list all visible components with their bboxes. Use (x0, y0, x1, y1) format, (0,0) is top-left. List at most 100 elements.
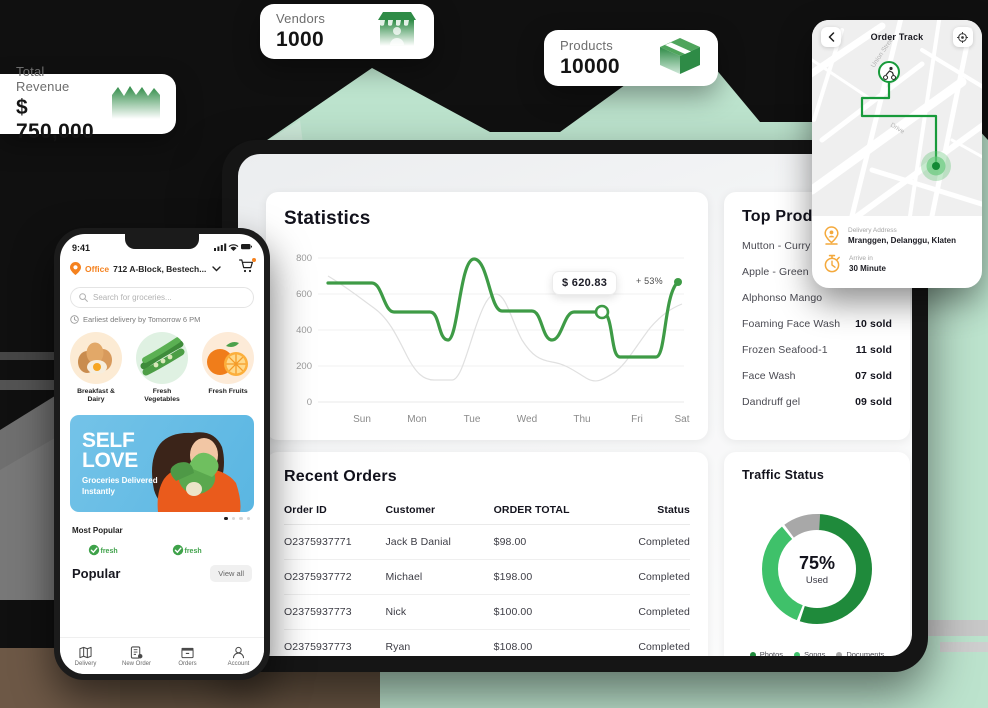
promo-banner[interactable]: SELF LOVE Groceries Delivered Instantly (70, 414, 254, 512)
table-row[interactable]: O2375937772 Michael $198.00 Completed (284, 559, 690, 595)
stat-card-vendors[interactable]: Vendors 1000 (260, 4, 434, 59)
column-header-status: Status (612, 498, 690, 525)
stopwatch-icon (824, 254, 840, 273)
table-row[interactable]: O2375937773 Ryan $108.00 Completed (284, 630, 690, 657)
back-button[interactable] (821, 27, 841, 47)
table-row[interactable]: O2375937773 Nick $100.00 Completed (284, 594, 690, 630)
svg-text:fresh: fresh (101, 548, 118, 555)
mountain-chart-icon (112, 85, 160, 124)
statistics-chart: 800 600 400 200 0 Sun Mon Tue Wed Thu Fr… (284, 236, 690, 426)
category-fresh-vegetables[interactable]: Fresh Vegetables (136, 332, 188, 405)
category-breakfast-dairy[interactable]: Breakfast & Dairy (70, 332, 122, 405)
page-title: Statistics (284, 208, 371, 229)
chart-data-point-marker: Sun Mon Tue Wed Thu Fri Sat (353, 278, 690, 425)
brand-logo-row: fresh fresh (88, 543, 264, 561)
nav-label: Orders (178, 660, 197, 667)
donut-legend: Photos Songs Documents (742, 650, 892, 656)
popular-section-header: Popular View all (72, 565, 252, 583)
cell-customer: Jack B Danial (385, 524, 484, 560)
fresh-brand-logo-icon[interactable]: fresh (88, 543, 122, 561)
column-header-order-total: ORDER TOTAL (483, 498, 613, 525)
status-badge: Completed (612, 559, 690, 595)
map-view[interactable]: Union Street Drive Order Track (812, 20, 982, 223)
list-item[interactable]: Face Wash 07 sold (742, 370, 892, 382)
phone-screen: 9:41 Office 712 A-Block, Bestech... Sear… (60, 234, 264, 674)
nav-item-orders[interactable]: Orders (162, 638, 213, 674)
stat-card-products[interactable]: Products 10000 (544, 30, 718, 86)
nav-label: Account (227, 660, 250, 667)
category-list: Breakfast & Dairy Fresh Vegetables Fresh… (70, 332, 254, 405)
donut-center-label: 75% Used (799, 553, 835, 586)
cell-order-total: $198.00 (483, 559, 613, 595)
nav-item-new-order[interactable]: New Order (111, 638, 162, 674)
panel-traffic-status: Traffic Status 75% Used Photos Songs Doc… (724, 452, 910, 656)
category-label: Breakfast & Dairy (77, 388, 115, 404)
product-name: Apple - Green (742, 266, 809, 278)
nav-item-delivery[interactable]: Delivery (60, 638, 111, 674)
dot[interactable] (239, 516, 243, 521)
okra-icon (136, 332, 188, 384)
clock-icon (70, 315, 79, 324)
phone-notch (125, 234, 199, 249)
product-sold: 11 sold (855, 344, 892, 356)
cell-customer: Ryan (385, 641, 411, 653)
cell-order-total: $100.00 (483, 594, 613, 630)
table-row[interactable]: O2375937771 Jack B Danial $98.00 Complet… (284, 524, 690, 560)
person-icon (232, 646, 245, 658)
locate-button[interactable] (952, 27, 973, 47)
order-track-title: Order Track (870, 32, 924, 42)
stat-label: Total Revenue (16, 64, 70, 94)
phone-address-row[interactable]: Office 712 A-Block, Bestech... (60, 255, 264, 280)
cart-icon[interactable] (239, 258, 256, 278)
address-text: 712 A-Block, Bestech... (113, 263, 207, 274)
cell-order-id: O2375937771 (284, 524, 386, 560)
svg-text:Sat: Sat (674, 414, 689, 425)
legend-item-documents[interactable]: Documents (836, 650, 884, 656)
product-name: Face Wash (742, 370, 796, 382)
category-label: Fresh Fruits (208, 388, 248, 395)
order-track-info: Delivery Address Mranggen, Delanggu, Kla… (812, 216, 982, 288)
search-input[interactable]: Search for groceries... (70, 287, 254, 308)
delivery-note-text: Earliest delivery by Tomorrow 6 PM (83, 315, 201, 324)
legend-item-songs[interactable]: Songs (794, 650, 825, 656)
dot[interactable] (231, 516, 235, 521)
list-item[interactable]: Frozen Seafood-1 11 sold (742, 344, 892, 356)
svg-text:Wed: Wed (517, 414, 537, 425)
screenshot-stage: Total Revenue $ 750,000 Vendors 1000 Pro… (0, 0, 988, 708)
nav-label: New Order (121, 660, 151, 667)
delivery-address-caption: Delivery Address (848, 226, 897, 234)
orange-icon (202, 332, 254, 384)
chevron-down-icon[interactable] (212, 265, 222, 272)
traffic-donut-chart: 75% Used (742, 494, 892, 644)
nav-item-account[interactable]: Account (213, 638, 264, 674)
list-item[interactable]: Dandruff gel 09 sold (742, 396, 892, 408)
legend-label: Photos (759, 650, 784, 656)
banner-pagination-dots[interactable] (60, 516, 250, 521)
eggs-icon (70, 332, 122, 384)
status-badge: Completed (612, 524, 690, 560)
cell-customer: Michael (385, 559, 484, 595)
category-fresh-fruits[interactable]: Fresh Fruits (202, 332, 254, 405)
view-all-button[interactable]: View all (210, 565, 252, 583)
stat-card-total-revenue[interactable]: Total Revenue $ 750,000 (0, 64, 176, 143)
cell-customer: Nick (385, 594, 484, 630)
legend-dot-icon (749, 651, 756, 656)
column-header-order-id: Order ID (284, 498, 386, 525)
product-sold: 07 sold (855, 370, 892, 382)
table-header-row: Order ID Customer ORDER TOTAL Status (284, 498, 690, 525)
product-sold: 10 sold (855, 318, 892, 330)
list-item[interactable]: Foaming Face Wash 10 sold (742, 318, 892, 330)
list-item[interactable]: Alphonso Mango (742, 292, 892, 304)
stat-value: 10000 (560, 54, 620, 78)
dot[interactable] (246, 516, 250, 521)
banner-subtitle: Groceries Delivered Instantly (82, 476, 158, 497)
cell-order-id: O2375937773 (284, 641, 352, 653)
svg-text:Fri: Fri (631, 414, 643, 425)
fresh-brand-logo-icon[interactable]: fresh (172, 543, 206, 561)
dot-active[interactable] (224, 516, 228, 521)
location-pin-icon (70, 262, 81, 275)
bottom-navigation-bar: Delivery New Order Orders Account (60, 637, 264, 674)
legend-item-photos[interactable]: Photos (749, 650, 784, 656)
legend-label: Documents (846, 650, 885, 656)
cell-order-id: O2375937772 (284, 559, 386, 595)
